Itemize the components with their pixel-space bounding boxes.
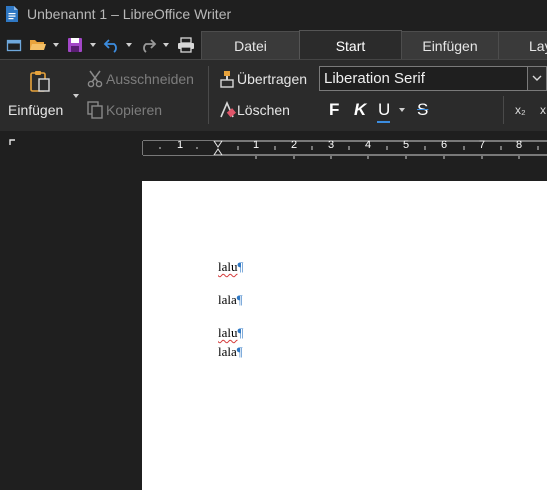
superscript-button[interactable]: x [540,103,546,117]
ribbon-separator [208,66,209,124]
underline-dropdown-caret-icon[interactable] [399,108,405,112]
tab-datei[interactable]: Datei [201,31,300,59]
clear-formatting-icon [219,100,237,124]
new-document-icon[interactable] [5,36,23,54]
undo-icon[interactable] [102,36,122,54]
underline-color-bar [377,121,390,123]
tab-einfuegen[interactable]: Einfügen [401,31,499,59]
paragraph[interactable]: lalu¶ [218,259,243,274]
document-page[interactable] [142,181,547,490]
strikethrough-button[interactable]: S [417,100,428,120]
ruler-number: 1 [177,139,184,151]
underline-label: U [378,100,391,119]
ruler-number: 3 [328,139,335,151]
tab-stop-icon [9,139,15,145]
redo-icon[interactable] [138,36,158,54]
paragraph[interactable]: lala¶ [218,292,243,307]
ruler-number: 7 [479,139,486,151]
scissors-icon [87,70,103,93]
clone-formatting-icon [219,70,235,93]
tab-layout[interactable]: Lay [498,31,547,59]
save-dropdown-caret-icon[interactable] [90,43,96,47]
cut-button[interactable]: Ausschneiden [106,71,194,87]
chevron-down-icon [532,75,542,81]
paragraph-text: lala [218,292,237,307]
paste-dropdown-caret-icon[interactable] [73,94,79,98]
pilcrow-mark: ¶ [237,259,244,274]
underline-button[interactable]: U [377,100,391,123]
clear-formatting-button[interactable]: Löschen [237,102,290,118]
window-title: Unbenannt 1 – LibreOffice Writer [27,6,232,22]
pilcrow-mark: ¶ [236,292,243,307]
paragraph-text: lala [218,344,237,359]
paragraph-text: lalu [218,325,238,340]
paragraph-text: lalu [218,259,238,274]
undo-dropdown-caret-icon[interactable] [126,43,132,47]
pilcrow-mark: ¶ [236,344,243,359]
save-icon[interactable] [66,36,84,54]
ruler-number: 4 [365,139,372,151]
bold-button[interactable]: F [329,100,339,120]
open-dropdown-caret-icon[interactable] [53,43,59,47]
ruler-number: 2 [291,139,298,151]
ribbon-separator [503,96,504,124]
writer-app-icon [5,5,19,23]
font-name-dropdown-button[interactable] [528,66,547,91]
pilcrow-mark: ¶ [237,325,244,340]
copy-icon [87,101,103,124]
horizontal-ruler[interactable] [0,131,547,162]
subscript-button[interactable]: x₂ [515,103,526,117]
ruler-number: 6 [441,139,448,151]
redo-dropdown-caret-icon[interactable] [163,43,169,47]
ruler-number: 5 [403,139,410,151]
copy-button[interactable]: Kopieren [106,102,162,118]
open-folder-icon[interactable] [28,36,48,54]
font-name-field[interactable]: Liberation Serif [319,66,528,91]
ruler-number: 8 [516,139,523,151]
paragraph[interactable]: lala¶ [218,344,243,359]
paste-icon[interactable] [28,69,52,98]
clone-formatting-button[interactable]: Übertragen [237,71,307,87]
tab-start[interactable]: Start [299,30,402,60]
paragraph[interactable]: lalu¶ [218,325,243,340]
ruler-number: 1 [253,139,260,151]
print-icon[interactable] [176,36,196,54]
paste-button[interactable]: Einfügen [8,102,63,118]
italic-button[interactable]: K [354,100,366,120]
